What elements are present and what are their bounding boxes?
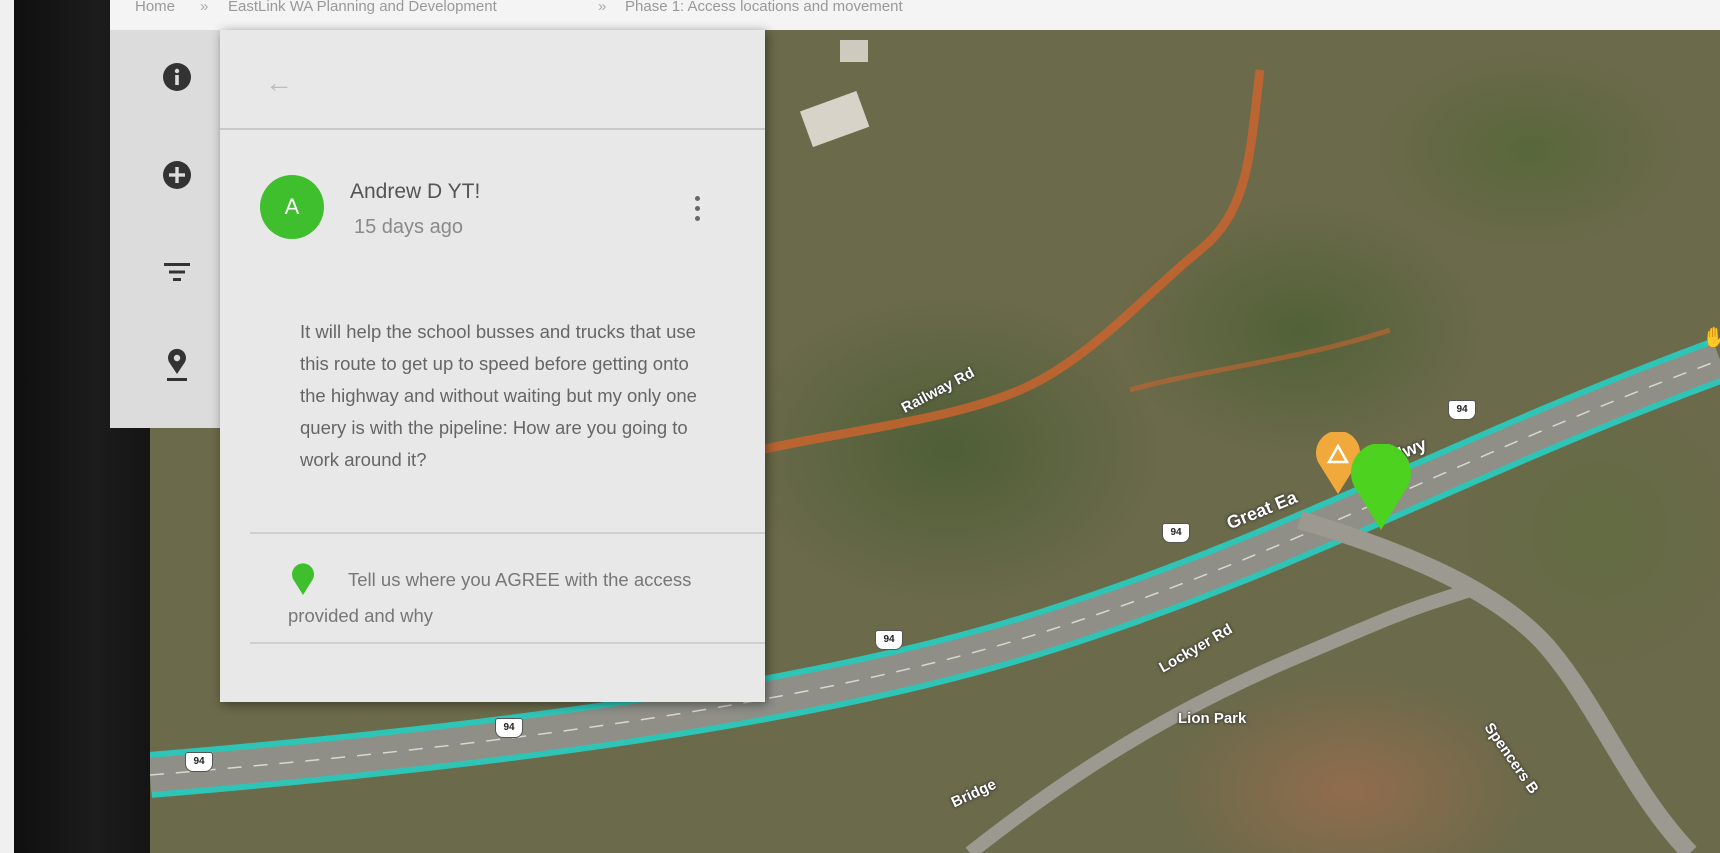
- location-pin-icon[interactable]: [160, 348, 194, 382]
- route-shield: 94: [1448, 400, 1476, 420]
- more-options-icon[interactable]: [682, 188, 712, 228]
- route-shield: 94: [1162, 523, 1190, 543]
- comment-panel: ← A Andrew D YT! 15 days ago It will hel…: [220, 30, 765, 702]
- comment-date: 15 days ago: [354, 216, 463, 238]
- author-name: Andrew D YT!: [350, 180, 481, 203]
- breadcrumb-home[interactable]: Home: [135, 0, 175, 15]
- divider: [250, 642, 765, 644]
- breadcrumb-separator: »: [200, 0, 209, 15]
- agree-pin-icon: [290, 563, 316, 602]
- divider: [220, 128, 765, 130]
- breadcrumb-phase: Phase 1: Access locations and movement: [625, 0, 903, 15]
- route-shield: 94: [185, 752, 213, 772]
- add-icon[interactable]: [160, 158, 194, 192]
- info-icon[interactable]: [160, 60, 194, 94]
- avatar: A: [260, 175, 324, 239]
- question-text: Tell us where you AGREE with the access …: [288, 569, 692, 626]
- route-shield: 94: [875, 630, 903, 650]
- filter-icon[interactable]: [160, 255, 194, 289]
- background-edge: [0, 0, 14, 853]
- breadcrumb-separator: »: [598, 0, 607, 15]
- breadcrumb-project[interactable]: EastLink WA Planning and Development: [228, 0, 497, 15]
- divider: [250, 532, 765, 534]
- agree-marker-icon[interactable]: [1348, 442, 1414, 537]
- hand-cursor-icon: ✋: [1702, 327, 1720, 349]
- comment-body: It will help the school busses and truck…: [300, 321, 697, 470]
- back-arrow-icon[interactable]: ←: [262, 66, 296, 100]
- route-shield: 94: [495, 718, 523, 738]
- map-label-lion-park: Lion Park: [1178, 710, 1247, 727]
- breadcrumb: Home » EastLink WA Planning and Developm…: [110, 0, 1720, 30]
